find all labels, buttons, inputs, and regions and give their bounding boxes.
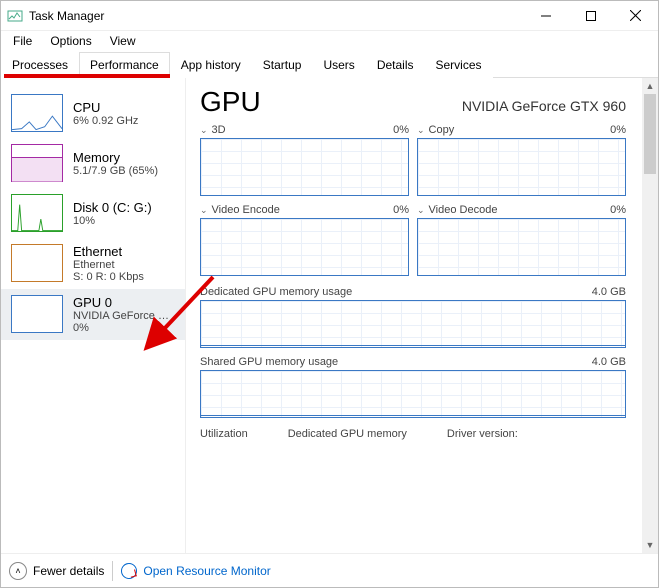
fewer-details-button[interactable]: ˄ Fewer details: [9, 562, 104, 580]
disk-title: Disk 0 (C: G:): [73, 200, 152, 215]
tab-services[interactable]: Services: [425, 52, 493, 78]
gpu-sub1: NVIDIA GeForce G…: [73, 310, 175, 322]
cpu-title: CPU: [73, 100, 138, 115]
chart-3d: ⌄ 3D 0%: [200, 124, 409, 196]
app-icon: [7, 8, 23, 24]
cpu-sub: 6% 0.92 GHz: [73, 115, 138, 127]
resource-monitor-icon: [121, 563, 137, 579]
chart-encode-graph: [200, 218, 409, 276]
fewer-details-label: Fewer details: [33, 564, 104, 578]
chart-3d-label[interactable]: 3D: [212, 124, 226, 136]
memory-sub: 5.1/7.9 GB (65%): [73, 165, 158, 177]
chevron-down-icon[interactable]: ⌄: [200, 125, 208, 136]
chevron-down-icon[interactable]: ⌄: [417, 205, 425, 216]
memory-thumb: [11, 144, 63, 182]
tab-users[interactable]: Users: [312, 52, 365, 78]
menu-file[interactable]: File: [5, 32, 40, 50]
page-title: GPU: [200, 86, 261, 118]
cpu-thumb: [11, 94, 63, 132]
dedicated-graph: [200, 300, 626, 348]
ethernet-sub1: Ethernet: [73, 259, 144, 271]
titlebar: Task Manager: [1, 1, 658, 31]
chevron-up-icon: ˄: [9, 562, 27, 580]
tab-app-history[interactable]: App history: [170, 52, 252, 78]
stat-dedicated: Dedicated GPU memory: [288, 428, 407, 440]
chart-decode-pct: 0%: [610, 204, 626, 216]
shared-label: Shared GPU memory usage: [200, 356, 338, 368]
chevron-down-icon[interactable]: ⌄: [417, 125, 425, 136]
disk-thumb: [11, 194, 63, 232]
shared-graph: [200, 370, 626, 418]
menubar: File Options View: [1, 31, 658, 51]
chart-copy: ⌄ Copy 0%: [417, 124, 626, 196]
sidebar-item-disk[interactable]: Disk 0 (C: G:) 10%: [1, 188, 185, 238]
annotation-underline: [4, 74, 64, 78]
dedicated-max: 4.0 GB: [592, 286, 626, 298]
scroll-down-icon[interactable]: ▼: [642, 537, 658, 553]
open-resource-monitor-label: Open Resource Monitor: [143, 564, 270, 578]
gpu-title: GPU 0: [73, 295, 175, 310]
scroll-up-icon[interactable]: ▲: [642, 78, 658, 94]
menu-view[interactable]: View: [102, 32, 144, 50]
shared-max: 4.0 GB: [592, 356, 626, 368]
sidebar-item-memory[interactable]: Memory 5.1/7.9 GB (65%): [1, 138, 185, 188]
divider: [112, 561, 113, 581]
tabbar: Processes Performance App history Startu…: [1, 51, 658, 78]
sidebar-item-gpu[interactable]: GPU 0 NVIDIA GeForce G… 0%: [1, 289, 185, 340]
window-title: Task Manager: [29, 9, 104, 23]
chart-decode-label[interactable]: Video Decode: [429, 204, 498, 216]
close-button[interactable]: [613, 1, 658, 31]
gpu-thumb: [11, 295, 63, 333]
stat-driver: Driver version:: [447, 428, 518, 440]
ethernet-sub2: S: 0 R: 0 Kbps: [73, 271, 144, 283]
gpu-model: NVIDIA GeForce GTX 960: [462, 98, 626, 114]
stat-utilization: Utilization: [200, 428, 248, 440]
vertical-scrollbar[interactable]: ▲ ▼: [642, 78, 658, 553]
footer: ˄ Fewer details Open Resource Monitor: [1, 553, 658, 587]
tab-startup[interactable]: Startup: [252, 52, 313, 78]
scrollbar-thumb[interactable]: [644, 94, 656, 174]
chart-3d-pct: 0%: [393, 124, 409, 136]
maximize-button[interactable]: [568, 1, 613, 31]
ethernet-thumb: [11, 244, 63, 282]
chevron-down-icon[interactable]: ⌄: [200, 205, 208, 216]
chart-copy-graph: [417, 138, 626, 196]
menu-options[interactable]: Options: [42, 32, 99, 50]
main-panel: ▲ ▼ GPU NVIDIA GeForce GTX 960 ⌄ 3D 0%: [186, 78, 658, 553]
chart-video-encode: ⌄ Video Encode 0%: [200, 204, 409, 276]
sidebar-item-ethernet[interactable]: Ethernet Ethernet S: 0 R: 0 Kbps: [1, 238, 185, 289]
dedicated-label: Dedicated GPU memory usage: [200, 286, 352, 298]
performance-sidebar: CPU 6% 0.92 GHz Memory 5.1/7.9 GB (65%): [1, 78, 186, 553]
minimize-button[interactable]: [523, 1, 568, 31]
task-manager-window: Task Manager File Options View Processes…: [0, 0, 659, 588]
chart-encode-label[interactable]: Video Encode: [212, 204, 280, 216]
chart-video-decode: ⌄ Video Decode 0%: [417, 204, 626, 276]
memory-title: Memory: [73, 150, 158, 165]
chart-decode-graph: [417, 218, 626, 276]
chart-copy-pct: 0%: [610, 124, 626, 136]
chart-encode-pct: 0%: [393, 204, 409, 216]
ethernet-title: Ethernet: [73, 244, 144, 259]
disk-sub: 10%: [73, 215, 152, 227]
content-area: CPU 6% 0.92 GHz Memory 5.1/7.9 GB (65%): [1, 78, 658, 553]
annotation-underline: [64, 74, 170, 78]
sidebar-item-cpu[interactable]: CPU 6% 0.92 GHz: [1, 88, 185, 138]
gpu-sub2: 0%: [73, 322, 175, 334]
chart-3d-graph: [200, 138, 409, 196]
open-resource-monitor-link[interactable]: Open Resource Monitor: [121, 563, 270, 579]
chart-copy-label[interactable]: Copy: [429, 124, 455, 136]
tab-details[interactable]: Details: [366, 52, 425, 78]
